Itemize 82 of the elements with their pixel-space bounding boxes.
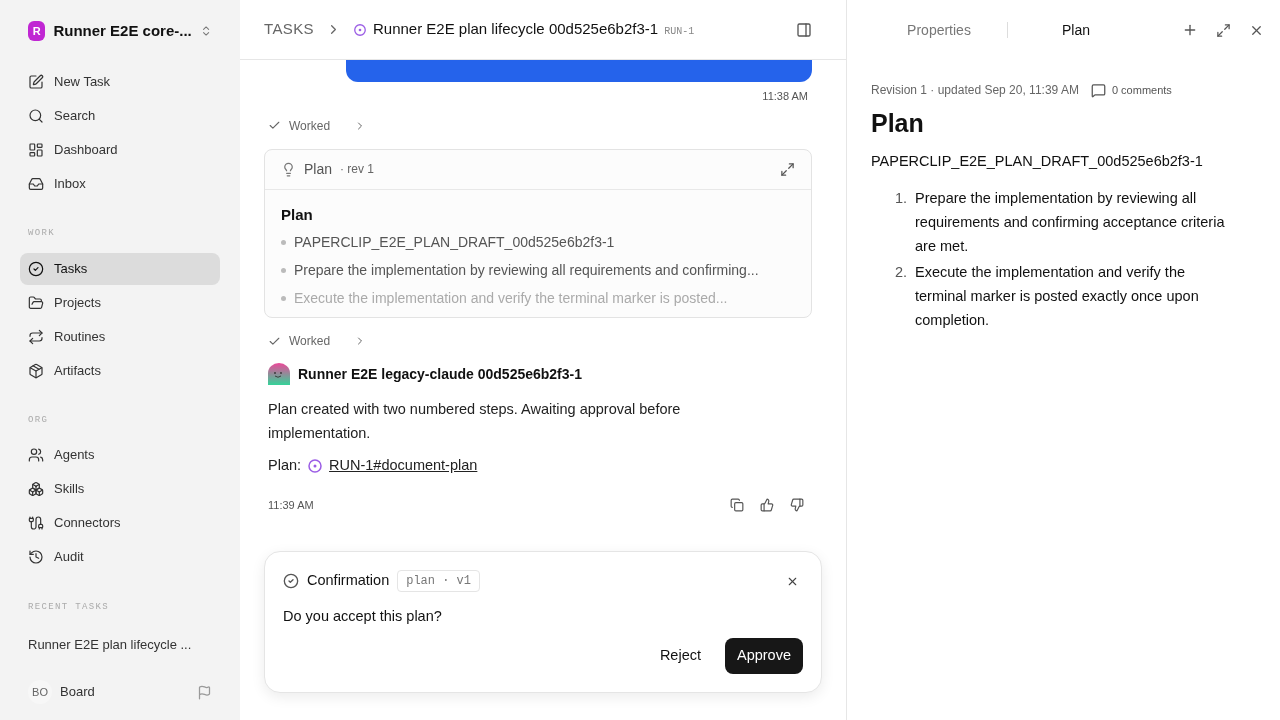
card-title: Plan bbox=[304, 159, 333, 179]
nav-item[interactable]: Routines bbox=[20, 320, 220, 353]
confirmation-question: Do you accept this plan? bbox=[283, 607, 443, 627]
history-icon bbox=[28, 549, 44, 565]
confirmation-tag: plan · v1 bbox=[397, 570, 480, 593]
users-icon bbox=[28, 447, 44, 463]
card-heading: Plan bbox=[281, 204, 314, 225]
reject-button[interactable]: Reject bbox=[647, 638, 713, 674]
worked-toggle[interactable]: Worked bbox=[268, 332, 367, 350]
thumbs-down-icon[interactable] bbox=[790, 498, 804, 512]
user-avatar: BO bbox=[28, 680, 52, 704]
recent-task[interactable]: Runner E2E plan lifecycle ... bbox=[20, 634, 220, 654]
nav-item[interactable]: New Task bbox=[20, 66, 220, 98]
step-number: 1. bbox=[893, 189, 907, 209]
workspace-logo: R bbox=[28, 21, 46, 41]
step-text: Prepare the implementation by reviewing all requirements and confirming acceptance criteria are met. bbox=[915, 189, 1226, 257]
task-title: Runner E2E plan lifecycle 00d525e6b2f3-1 bbox=[372, 19, 659, 40]
bullet-icon bbox=[281, 296, 286, 301]
section-heading: WORK bbox=[27, 227, 56, 240]
copy-icon[interactable] bbox=[730, 498, 744, 512]
search-icon bbox=[28, 108, 44, 124]
nav-item[interactable]: Tasks bbox=[20, 252, 220, 285]
message-time: 11:38 AM bbox=[762, 89, 808, 104]
plan-link[interactable]: RUN-1#document-plan bbox=[329, 455, 478, 477]
section-heading: ORG bbox=[27, 413, 50, 427]
nav-item[interactable]: Agents bbox=[20, 439, 220, 471]
step-number: 2. bbox=[893, 263, 907, 283]
check-icon bbox=[268, 119, 281, 132]
repeat-icon bbox=[28, 328, 44, 345]
thumbs-up-icon[interactable] bbox=[760, 498, 774, 512]
section-heading: RECENT TASKS bbox=[27, 601, 110, 614]
nav-item[interactable]: Skills bbox=[20, 473, 220, 505]
boxes-icon bbox=[28, 481, 44, 497]
plan-bullet: PAPERCLIP_E2E_PLAN_DRAFT_00d525e6b2f3-1 bbox=[294, 233, 615, 252]
nav-item[interactable]: Dashboard bbox=[20, 134, 220, 166]
approve-button[interactable]: Approve bbox=[725, 638, 803, 674]
panel-tab[interactable]: Plan bbox=[1008, 19, 1144, 41]
plan-bullet: Execute the implementation and verify the terminal marker is posted... bbox=[294, 289, 728, 308]
dashboard-icon bbox=[28, 142, 44, 158]
step-text: Execute the implementation and verify the terminal marker is posted exactly once upon completion. bbox=[915, 263, 1200, 331]
confirmation-title: Confirmation bbox=[307, 571, 390, 591]
card-revision: · rev 1 bbox=[340, 161, 375, 178]
message-time: 11:39 AM bbox=[268, 497, 314, 513]
check-circle-icon bbox=[28, 260, 44, 277]
expand-icon[interactable] bbox=[1216, 22, 1231, 38]
inbox-icon bbox=[28, 176, 44, 192]
nav-item[interactable]: Audit bbox=[20, 541, 220, 573]
comment-icon bbox=[1090, 82, 1106, 98]
plug-icon bbox=[28, 515, 44, 531]
agent-avatar bbox=[268, 363, 290, 385]
plan-bullet: Prepare the implementation by reviewing all requirements and confirming... bbox=[294, 261, 759, 280]
nav-item[interactable]: Search bbox=[20, 100, 220, 132]
nav-item[interactable]: Artifacts bbox=[20, 354, 220, 387]
user-name[interactable]: Board bbox=[60, 682, 189, 702]
box-icon bbox=[28, 362, 44, 379]
breadcrumb-link[interactable]: TASKS bbox=[264, 18, 314, 41]
expand-icon[interactable] bbox=[780, 161, 795, 177]
add-icon[interactable] bbox=[1182, 22, 1198, 38]
nav-item[interactable]: Inbox bbox=[20, 168, 220, 200]
agent-name: Runner E2E legacy-claude 00d525e6b2f3-1 bbox=[298, 364, 583, 384]
check-circle-icon bbox=[283, 573, 299, 590]
revision-info: Revision 1 · updated Sep 20, 11:39 AM bbox=[871, 82, 1079, 99]
comments-button[interactable]: 0 comments bbox=[1090, 81, 1172, 99]
workspace-name[interactable]: Runner E2E core-... bbox=[53, 19, 192, 43]
link-label: Plan: bbox=[268, 456, 302, 475]
nav-item[interactable]: Projects bbox=[20, 286, 220, 319]
status-circle-icon bbox=[307, 457, 324, 474]
nav-item[interactable]: Connectors bbox=[20, 507, 220, 539]
panel-tab[interactable]: Properties bbox=[871, 19, 1007, 41]
folder-icon bbox=[28, 294, 44, 311]
document-code: PAPERCLIP_E2E_PLAN_DRAFT_00d525e6b2f3-1 bbox=[871, 151, 1204, 171]
bullet-icon bbox=[281, 240, 286, 245]
status-circle-icon bbox=[352, 22, 367, 37]
lightbulb-icon bbox=[281, 161, 296, 177]
bullet-icon bbox=[281, 268, 286, 273]
panel-toggle-icon[interactable] bbox=[796, 21, 812, 38]
edit-icon bbox=[28, 74, 44, 90]
worked-toggle[interactable]: Worked bbox=[268, 116, 367, 135]
flag-icon[interactable] bbox=[197, 684, 212, 700]
task-id: RUN-1 bbox=[664, 25, 695, 39]
document-title: Plan bbox=[871, 108, 925, 139]
agent-message: Plan created with two numbered steps. Awaiting approval before implementation. bbox=[268, 400, 682, 443]
